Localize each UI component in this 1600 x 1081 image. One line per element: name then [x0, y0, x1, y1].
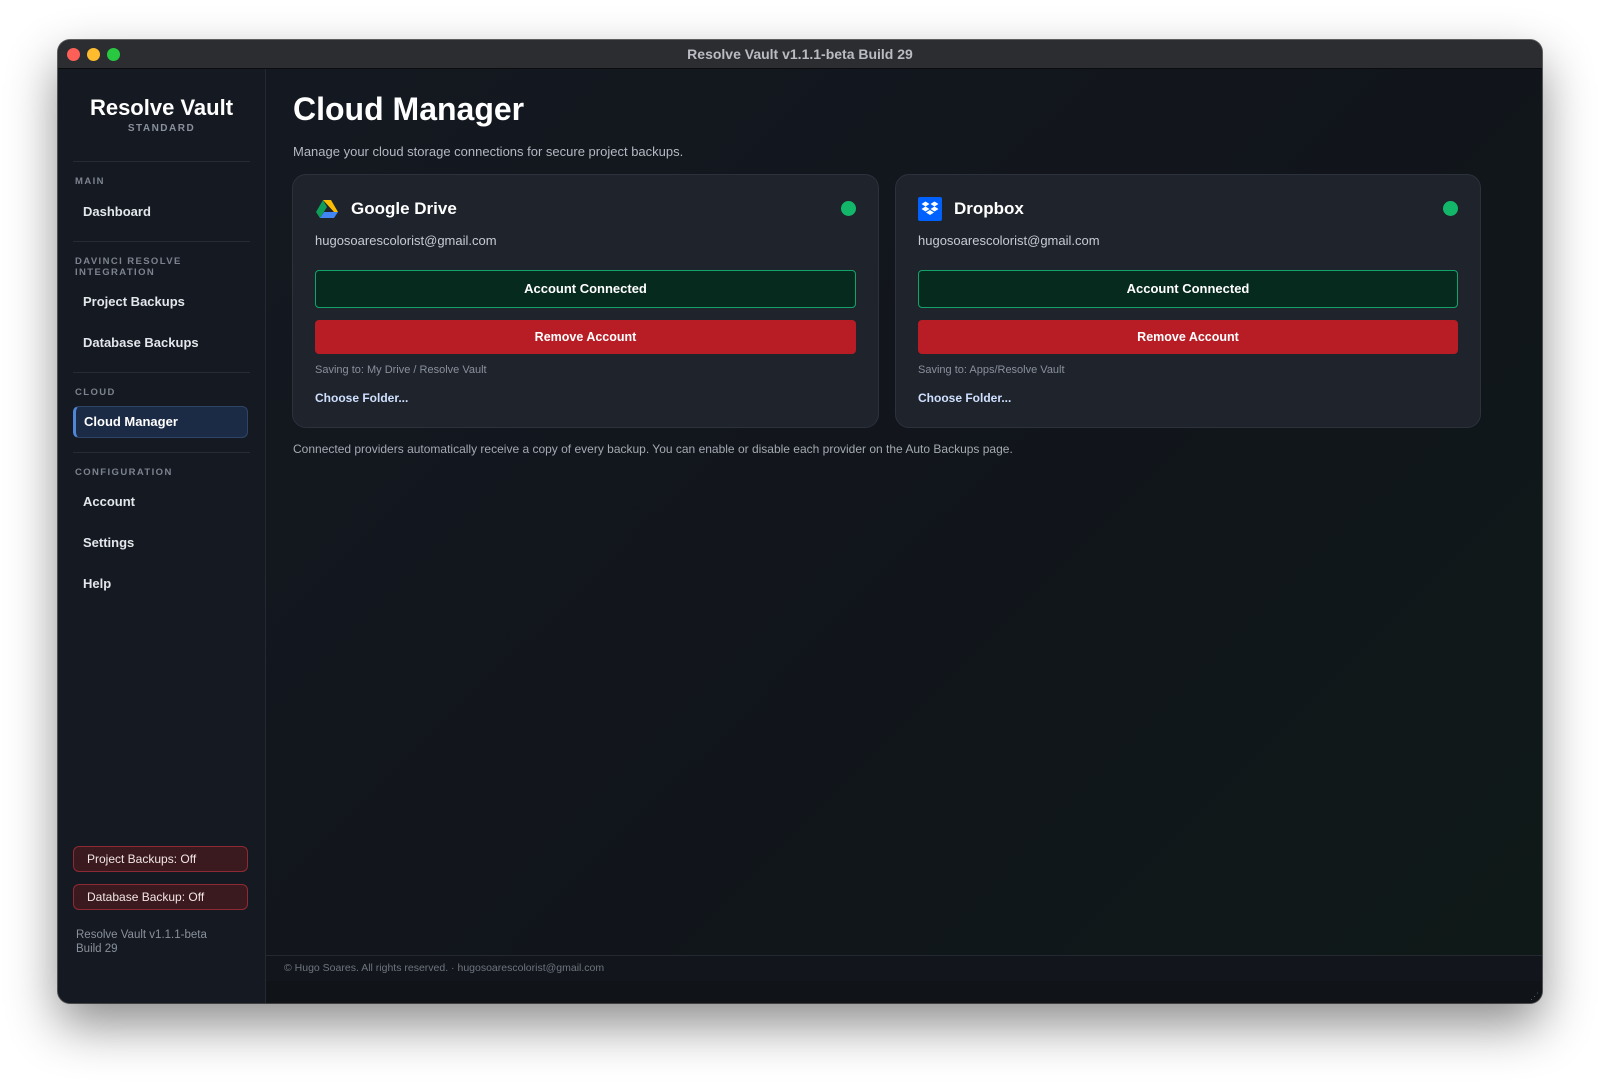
- app-version: Resolve Vault v1.1.1-beta Build 29: [76, 929, 207, 955]
- provider-name: Dropbox: [954, 199, 1024, 218]
- dropbox-icon: [918, 197, 942, 221]
- main-content: Cloud Manager Manage your cloud storage …: [266, 69, 1542, 1003]
- title-bar: Resolve Vault v1.1.1-beta Build 29: [58, 40, 1542, 69]
- sidebar-item-dashboard[interactable]: Dashboard: [73, 196, 248, 228]
- section-label-cloud: CLOUD: [75, 387, 116, 398]
- connection-status-indicator: [841, 201, 856, 216]
- saving-path: Saving to: Apps/Resolve Vault: [918, 364, 1065, 376]
- sidebar-divider: [73, 452, 250, 453]
- connection-status-indicator: [1443, 201, 1458, 216]
- window-title: Resolve Vault v1.1.1-beta Build 29: [687, 46, 913, 62]
- resize-grip-icon[interactable]: ⋰: [1530, 991, 1540, 1001]
- provider-card-dropbox: Dropbox hugosoarescolorist@gmail.com Acc…: [895, 174, 1481, 428]
- section-label-main: MAIN: [75, 176, 105, 187]
- brand-name: Resolve Vault: [89, 95, 234, 120]
- saving-path: Saving to: My Drive / Resolve Vault: [315, 364, 487, 376]
- sidebar-item-cloud-manager[interactable]: Cloud Manager: [73, 406, 248, 438]
- account-connected-button[interactable]: Account Connected: [315, 270, 856, 308]
- sidebar: Resolve Vault STANDARD MAIN Dashboard DA…: [58, 69, 266, 1003]
- project-backups-status-badge[interactable]: Project Backups: Off: [73, 846, 248, 872]
- provider-email: hugosoarescolorist@gmail.com: [918, 233, 1100, 248]
- google-drive-icon: [315, 197, 339, 221]
- providers-footnote: Connected providers automatically receiv…: [293, 442, 1013, 456]
- remove-account-button[interactable]: Remove Account: [315, 320, 856, 354]
- choose-folder-link[interactable]: Choose Folder...: [918, 391, 1011, 405]
- provider-card-google-drive: Google Drive hugosoarescolorist@gmail.co…: [292, 174, 879, 428]
- footer-copyright: © Hugo Soares. All rights reserved. · hu…: [284, 962, 605, 974]
- remove-account-button[interactable]: Remove Account: [918, 320, 1458, 354]
- app-window: Resolve Vault v1.1.1-beta Build 29 Resol…: [58, 40, 1542, 1003]
- sidebar-divider: [73, 372, 250, 373]
- brand-edition: STANDARD: [127, 123, 196, 134]
- section-label-configuration: CONFIGURATION: [75, 467, 173, 478]
- page-title: Cloud Manager: [293, 91, 525, 127]
- sidebar-divider: [73, 161, 250, 162]
- page-subtitle: Manage your cloud storage connections fo…: [293, 144, 684, 159]
- choose-folder-link[interactable]: Choose Folder...: [315, 391, 408, 405]
- provider-name: Google Drive: [351, 199, 457, 218]
- section-label-integration: DAVINCI RESOLVE INTEGRATION: [75, 256, 182, 278]
- sidebar-item-help[interactable]: Help: [73, 568, 248, 600]
- account-connected-button[interactable]: Account Connected: [918, 270, 1458, 308]
- sidebar-item-settings[interactable]: Settings: [73, 527, 248, 559]
- sidebar-divider: [73, 241, 250, 242]
- footer: © Hugo Soares. All rights reserved. · hu…: [266, 955, 1542, 981]
- status-strip: ⋰: [266, 981, 1542, 1003]
- database-backup-status-badge[interactable]: Database Backup: Off: [73, 884, 248, 910]
- provider-email: hugosoarescolorist@gmail.com: [315, 233, 497, 248]
- sidebar-item-account[interactable]: Account: [73, 486, 248, 518]
- sidebar-item-database-backups[interactable]: Database Backups: [73, 327, 248, 359]
- sidebar-item-project-backups[interactable]: Project Backups: [73, 286, 248, 318]
